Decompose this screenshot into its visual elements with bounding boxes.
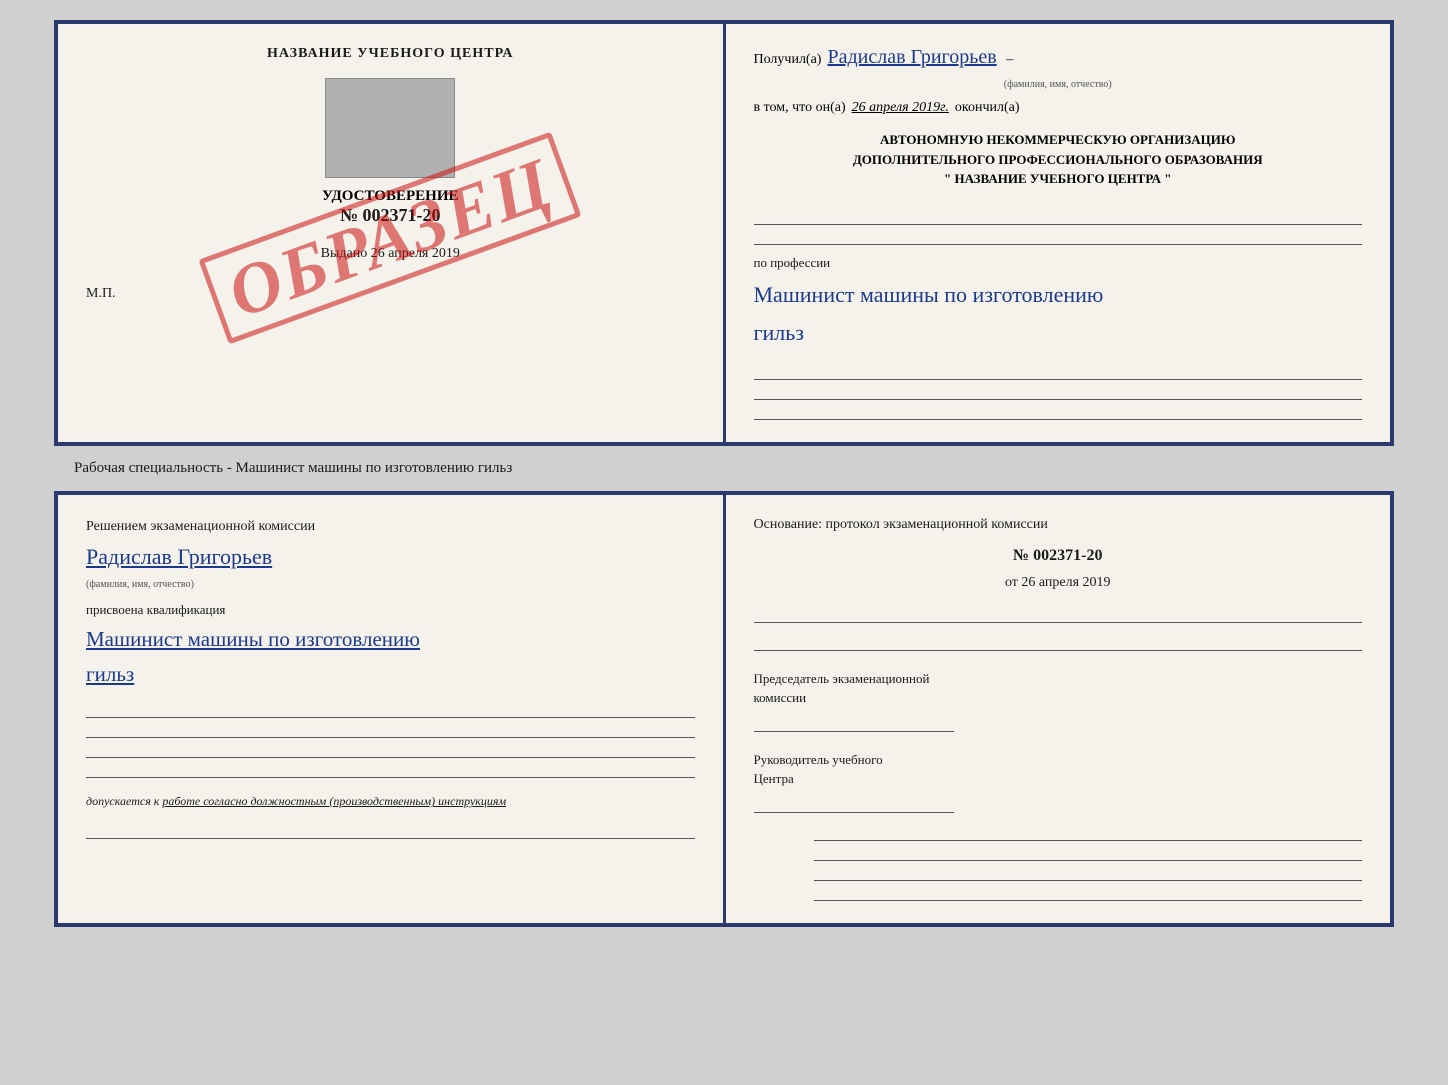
prisvoena-label: присвоена квалификация bbox=[86, 602, 695, 618]
rb-dash-2 bbox=[814, 843, 1362, 861]
document-container: НАЗВАНИЕ УЧЕБНОГО ЦЕНТРА УДОСТОВЕРЕНИЕ №… bbox=[20, 20, 1428, 927]
b-dash-1 bbox=[86, 700, 695, 718]
vydano-line: Выдано 26 апреля 2019 bbox=[321, 246, 460, 262]
dash-3 bbox=[754, 362, 1363, 380]
right-dashes-bottom bbox=[754, 362, 1363, 420]
b-dash-5 bbox=[86, 821, 695, 839]
b-dash-3 bbox=[86, 740, 695, 758]
b-dash-2 bbox=[86, 720, 695, 738]
rukovoditel-block: Руководитель учебного Центра bbox=[754, 750, 1363, 813]
vtom-line: в том, что он(а) 26 апреля 2019г. окончи… bbox=[754, 100, 1363, 116]
bottom-fio-label: (фамилия, имя, отчество) bbox=[86, 579, 695, 590]
profession-line2: гильз bbox=[754, 319, 1363, 348]
rb-dash-1 bbox=[814, 823, 1362, 841]
caption-line: Рабочая специальность - Машинист машины … bbox=[74, 460, 512, 477]
rukovoditel-sign-line bbox=[754, 791, 954, 813]
rb-dash-3 bbox=[814, 863, 1362, 881]
org-block: АВТОНОМНУЮ НЕКОММЕРЧЕСКУЮ ОРГАНИЗАЦИЮ ДО… bbox=[754, 130, 1363, 189]
dopuskaetsya-block: допускается к работе согласно должностны… bbox=[86, 794, 695, 809]
mp-label: М.П. bbox=[86, 286, 116, 302]
top-certificate: НАЗВАНИЕ УЧЕБНОГО ЦЕНТРА УДОСТОВЕРЕНИЕ №… bbox=[54, 20, 1394, 446]
dash-5 bbox=[754, 402, 1363, 420]
dash-2 bbox=[754, 227, 1363, 245]
udostoverenie-label: УДОСТОВЕРЕНИЕ № 002371-20 bbox=[322, 188, 459, 226]
br-dash-2 bbox=[754, 633, 1363, 651]
date-value: 26 апреля 2019г. bbox=[852, 100, 949, 116]
rb-dash-4 bbox=[814, 883, 1362, 901]
profession-handwritten: Машинист машины по изготовлению bbox=[754, 281, 1363, 310]
fio-label-top: (фамилия, имя, отчество) bbox=[754, 79, 1363, 90]
bottom-cert-right: Основание: протокол экзаменационной коми… bbox=[726, 495, 1391, 923]
top-cert-left: НАЗВАНИЕ УЧЕБНОГО ЦЕНТРА УДОСТОВЕРЕНИЕ №… bbox=[58, 24, 726, 442]
bottom-recipient-name: Радислав Григорьев bbox=[86, 544, 695, 570]
poluchil-line: Получил(а) Радислав Григорьев – bbox=[754, 46, 1363, 69]
br-dash-1 bbox=[754, 605, 1363, 623]
bottom-cert-left: Решением экзаменационной комиссии Радисл… bbox=[58, 495, 726, 923]
ot-date: от 26 апреля 2019 bbox=[754, 575, 1363, 591]
photo-placeholder bbox=[325, 78, 455, 178]
top-cert-title: НАЗВАНИЕ УЧЕБНОГО ЦЕНТРА bbox=[267, 46, 513, 62]
bottom-left-dashes bbox=[86, 700, 695, 778]
predsedatel-block: Председатель экзаменационной комиссии bbox=[754, 669, 1363, 732]
dopuskaetsya-value: работе согласно должностным (производств… bbox=[162, 794, 506, 808]
resheniem-label: Решением экзаменационной комиссии bbox=[86, 517, 695, 537]
protocol-number: № 002371-20 bbox=[754, 547, 1363, 565]
b-dash-4 bbox=[86, 760, 695, 778]
po-professii-label: по профессии bbox=[754, 255, 1363, 271]
top-cert-right: Получил(а) Радислав Григорьев – (фамилия… bbox=[726, 24, 1391, 442]
bottom-qualification-line2: гильз bbox=[86, 661, 695, 688]
predsedatel-sign-line bbox=[754, 710, 954, 732]
right-dashes-top bbox=[754, 207, 1363, 245]
dash-4 bbox=[754, 382, 1363, 400]
bottom-qualification: Машинист машины по изготовлению bbox=[86, 626, 695, 653]
bottom-certificate: Решением экзаменационной комиссии Радисл… bbox=[54, 491, 1394, 927]
udostoverenie-number: № 002371-20 bbox=[322, 205, 459, 226]
right-bottom-dashes bbox=[754, 823, 1363, 901]
osnovaniye-label: Основание: протокол экзаменационной коми… bbox=[754, 517, 1363, 533]
dash-1 bbox=[754, 207, 1363, 225]
recipient-name: Радислав Григорьев bbox=[827, 46, 996, 69]
